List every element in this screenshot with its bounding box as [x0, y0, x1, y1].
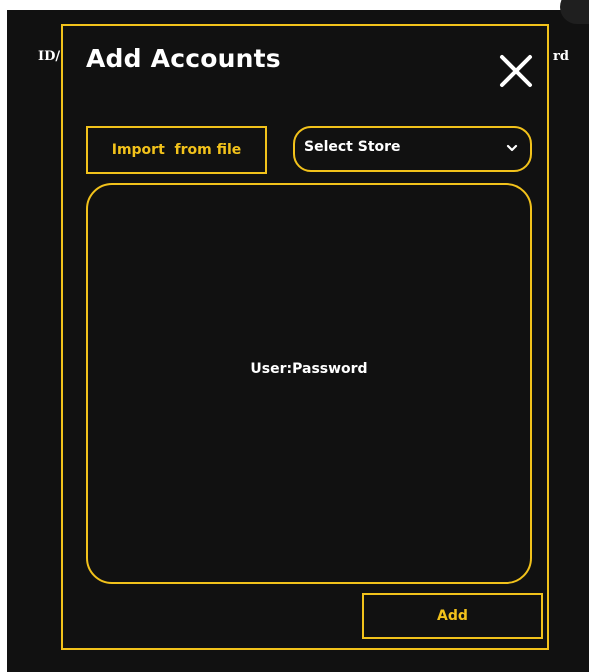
- import-from-file-button[interactable]: Import from file: [86, 126, 267, 174]
- accounts-placeholder: User:Password: [250, 360, 368, 377]
- store-select[interactable]: Select Store: [293, 126, 532, 172]
- close-icon: [500, 55, 532, 87]
- modal-title: Add Accounts: [86, 44, 281, 73]
- background-column-label-id: ID/: [38, 49, 61, 64]
- chevron-down-icon: [506, 144, 518, 152]
- store-select-value: Select Store: [304, 139, 401, 155]
- close-button[interactable]: [499, 54, 533, 88]
- background-column-label-password: rd: [553, 49, 569, 64]
- add-button[interactable]: Add: [362, 593, 543, 639]
- accounts-textarea[interactable]: User:Password: [86, 183, 532, 584]
- add-accounts-modal: Add Accounts Import from file Select Sto…: [61, 24, 549, 650]
